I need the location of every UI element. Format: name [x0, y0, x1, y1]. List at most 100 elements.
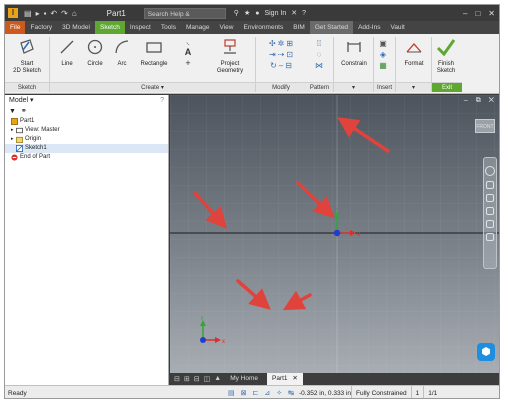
format-label: Format	[404, 61, 424, 67]
ribbon-panel: Start 2D Sketch Line Circle Arc Rectangl…	[5, 34, 499, 94]
status-bar: Ready ▤ ⊠ ⊏ ⊿ ✧ ↹ -0.352 in, 0.333 in Fu…	[5, 385, 499, 399]
tree-item-origin[interactable]: ▸ Origin	[5, 135, 168, 144]
panel-label-constrain[interactable]: ▾	[334, 82, 373, 92]
close-tab-icon[interactable]: ✕	[292, 375, 297, 382]
format-button[interactable]: Format	[399, 38, 429, 68]
tab-3d-model[interactable]: 3D Model	[57, 21, 95, 34]
tab-sketch[interactable]: Sketch	[94, 21, 125, 34]
tree-item-view-master[interactable]: ▸ View: Master	[5, 126, 168, 135]
rotate-scale-icon: ↻–⊟	[270, 61, 294, 70]
close-icon[interactable]: ✕	[488, 9, 495, 18]
rectangle-button[interactable]: Rectangle	[137, 38, 171, 68]
sketch-grid-icon[interactable]: ▤	[228, 386, 235, 399]
start-2d-sketch-button[interactable]: Start 2D Sketch	[11, 38, 43, 75]
tab-bim[interactable]: BIM	[288, 21, 310, 34]
rectangle-tool-icon	[146, 42, 162, 53]
zoom-icon[interactable]	[486, 194, 494, 202]
cascade-icon[interactable]: ◫	[204, 375, 211, 383]
tab-manage[interactable]: Manage	[181, 21, 215, 34]
search-help-input[interactable]: Search Help & Commands...	[143, 7, 226, 29]
start-sketch-label-1: Start	[20, 61, 34, 67]
browser-title-dropdown[interactable]: Model ▾	[9, 95, 34, 107]
snap-icon[interactable]: ⊠	[241, 386, 247, 399]
open-file-icon[interactable]: ▸	[36, 9, 40, 18]
look-at-icon[interactable]	[486, 220, 494, 228]
text-tools-group[interactable]: ◟ A +	[177, 38, 199, 69]
tab-vault[interactable]: Vault	[385, 21, 409, 34]
tab-my-home[interactable]: My Home	[225, 373, 263, 385]
tree-label: End of Part	[20, 154, 51, 160]
tree-item-sketch1[interactable]: Sketch1	[5, 144, 168, 153]
tile-vertical-icon[interactable]: ⊟	[194, 375, 200, 383]
modify-tools-group[interactable]: ✣✲⊞ ⇥⇢⊡ ↻–⊟	[259, 38, 305, 71]
save-icon[interactable]: ▪	[44, 9, 47, 18]
help-icon[interactable]: ?	[302, 10, 306, 17]
title-bar: I ▤ ▸ ▪ ↶ ↷ ⌂ Part1 Search Help & Comman…	[5, 5, 499, 29]
dof-icon[interactable]: ✧	[276, 386, 282, 399]
document-tabs: ⊟ ⊞ ⊟ ◫ ▲ My Home Part1 ✕	[170, 373, 499, 385]
sketch-icon	[16, 145, 23, 152]
panel-label-sketch: Sketch	[5, 82, 49, 92]
filter-icon[interactable]: ▼	[9, 108, 16, 115]
tile-horizontal-icon[interactable]: ⊟	[174, 375, 180, 383]
panel-label-modify: Modify	[256, 82, 306, 92]
redo-icon[interactable]: ↷	[61, 9, 68, 18]
tab-environments[interactable]: Environments	[239, 21, 289, 34]
circle-button[interactable]: Circle	[83, 38, 107, 68]
new-file-icon[interactable]: ▤	[24, 9, 32, 18]
tree-item-part1[interactable]: Part1	[5, 117, 168, 126]
tab-add-ins[interactable]: Add-Ins	[353, 21, 385, 34]
sketch-canvas: x y x y	[170, 95, 499, 373]
app-logo-icon[interactable]: I	[8, 8, 18, 18]
document-title: Part1	[106, 8, 126, 18]
arc-button[interactable]: Arc	[111, 38, 133, 68]
favorites-icon[interactable]: ★	[244, 9, 250, 17]
infer-constraints-icon[interactable]: ↹	[288, 386, 294, 399]
up-arrow-icon[interactable]: ▲	[214, 375, 221, 383]
tab-inspect[interactable]: Inspect	[125, 21, 156, 34]
exchange-icon[interactable]: ✕	[291, 9, 297, 17]
steering-wheel-icon[interactable]	[485, 166, 495, 176]
project-geometry-button[interactable]: Project Geometry	[209, 38, 251, 75]
orbit-icon[interactable]	[486, 207, 494, 215]
viewcube[interactable]: FRONT	[475, 119, 495, 133]
graphics-viewport[interactable]: x y x y – ⧉ ✕ FRONT	[170, 95, 499, 373]
cursor-coordinates: -0.352 in, 0.333 in	[299, 389, 352, 397]
finish-sketch-button[interactable]: Finish Sketch	[433, 38, 459, 75]
line-button[interactable]: Line	[55, 38, 79, 68]
tab-get-started[interactable]: Get Started	[309, 21, 354, 34]
folder-icon	[16, 136, 23, 143]
pattern-tools-group[interactable]: ⁞⁞ ◌ ⋈	[309, 38, 329, 71]
panel-label-format[interactable]: ▾	[396, 82, 431, 92]
tab-file[interactable]: File	[5, 21, 26, 34]
text-icon: A	[184, 47, 192, 57]
undo-icon[interactable]: ↶	[50, 9, 57, 18]
minimize-icon[interactable]: –	[463, 9, 467, 18]
project-geometry-label-1: Project	[220, 61, 240, 67]
tree-item-end-of-part[interactable]: End of Part	[5, 153, 168, 162]
browser-help-icon[interactable]: ?	[160, 95, 164, 107]
tree-label: Sketch1	[25, 145, 47, 151]
nav-options-icon[interactable]	[486, 233, 494, 241]
panel-label-create[interactable]: Create ▾	[50, 82, 255, 92]
tile-grid-icon[interactable]: ⊞	[184, 375, 190, 383]
slice-graphics-icon[interactable]: ⊏	[253, 386, 259, 399]
viewport-window-controls[interactable]: – ⧉ ✕	[464, 97, 497, 105]
circle-label: Circle	[87, 61, 103, 67]
tree-label: Origin	[25, 136, 42, 142]
constrain-button[interactable]: Constrain	[337, 38, 371, 68]
sign-in-link[interactable]: Sign In	[264, 10, 286, 17]
maximize-icon[interactable]: □	[475, 9, 480, 18]
tab-tools[interactable]: Tools	[156, 21, 181, 34]
find-icon[interactable]: ⚭	[21, 108, 27, 115]
show-constraints-icon[interactable]: ⊿	[264, 386, 270, 399]
tab-view[interactable]: View	[215, 21, 239, 34]
tab-factory[interactable]: Factory	[25, 21, 57, 34]
autodesk-cube-icon[interactable]	[477, 343, 495, 361]
binoculars-icon[interactable]: ⚲	[234, 9, 239, 17]
tab-part1[interactable]: Part1 ✕	[267, 373, 303, 385]
insert-tools-group[interactable]: ▣ ◈ ▦	[375, 38, 391, 71]
home-icon[interactable]: ⌂	[72, 9, 77, 18]
panel-label-pattern: Pattern	[306, 82, 333, 92]
pan-icon[interactable]	[486, 181, 494, 189]
